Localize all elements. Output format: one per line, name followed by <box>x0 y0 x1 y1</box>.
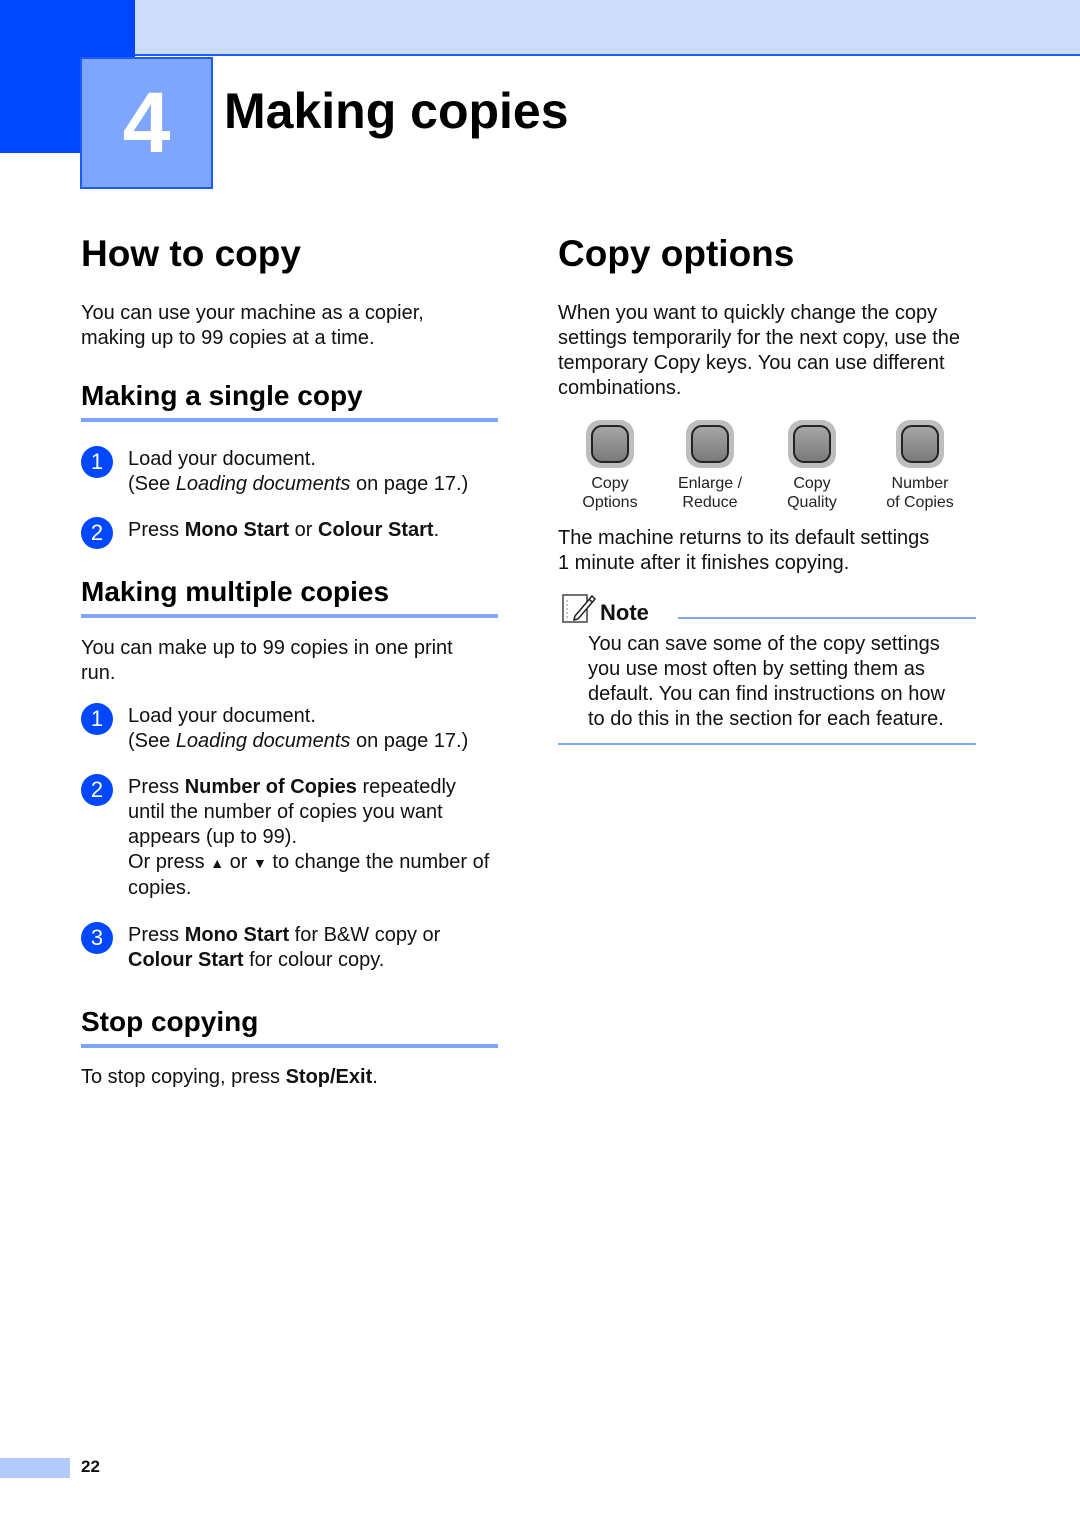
note-line-text: you use most often by setting them as <box>588 658 925 680</box>
text-line: The machine returns to its default setti… <box>558 527 930 549</box>
note-bottom-divider <box>558 743 976 745</box>
enlarge-reduce-key[interactable]: Enlarge / Reduce <box>660 420 760 512</box>
note-body: You can save some of the copy settings y… <box>588 632 945 732</box>
how-to-copy-intro: You can use your machine as a copier, ma… <box>81 301 424 351</box>
stop-copying-text: To stop copying, press Stop/Exit. <box>81 1066 378 1088</box>
step-line: Or press ▲ or ▼ to change the number of <box>128 851 490 873</box>
step-line: Press Mono Start for B&W copy or <box>128 924 441 946</box>
key-icon <box>788 420 836 468</box>
step-line: Load your document. <box>128 448 316 470</box>
copy-options-key[interactable]: Copy Options <box>560 420 660 512</box>
up-arrow-icon: ▲ <box>210 855 225 871</box>
step-line: (See Loading documents on page 17.) <box>128 730 469 752</box>
copy-quality-key[interactable]: Copy Quality <box>762 420 862 512</box>
key-icon <box>586 420 634 468</box>
step-line: (See Loading documents on page 17.) <box>128 473 469 495</box>
copy-options-after: The machine returns to its default setti… <box>558 526 929 576</box>
step-line: Colour Start for colour copy. <box>128 949 385 971</box>
step-text: Load your document. (See Loading documen… <box>128 447 508 497</box>
copy-keys-panel: Copy Options Enlarge / Reduce Copy Quality … <box>560 420 980 520</box>
intro-line: You can use your machine as a copier, <box>81 302 424 324</box>
step-line: Load your document. <box>128 705 316 727</box>
step-number-badge: 3 <box>81 922 113 954</box>
step-line: Press Number of Copies repeatedly <box>128 776 456 798</box>
single-copy-heading: Making a single copy <box>81 380 498 422</box>
step-text: Press Mono Start for B&W copy or Colour … <box>128 923 508 973</box>
step-text: Load your document. (See Loading documen… <box>128 704 508 754</box>
down-arrow-icon: ▼ <box>253 855 267 871</box>
note-title: Note <box>600 600 649 625</box>
intro-line: run. <box>81 662 116 684</box>
chapter-number: 4 <box>80 57 213 189</box>
copy-options-intro: When you want to quickly change the copy… <box>558 301 960 401</box>
chapter-title: Making copies <box>224 83 569 139</box>
step-line: until the number of copies you want <box>128 801 443 823</box>
step-line: appears (up to 99). <box>128 826 297 848</box>
intro-line: combinations. <box>558 377 682 399</box>
footer-bar <box>0 1458 70 1478</box>
note-pencil-icon <box>562 594 597 623</box>
how-to-copy-heading: How to copy <box>81 233 301 274</box>
note-divider <box>678 617 976 619</box>
step-line: copies. <box>128 877 192 899</box>
number-of-copies-key[interactable]: Number of Copies <box>870 420 970 512</box>
key-label: Number of Copies <box>886 475 954 511</box>
copy-options-heading: Copy options <box>558 233 795 274</box>
step-number-badge: 1 <box>81 446 113 478</box>
intro-line: When you want to quickly change the copy <box>558 302 938 324</box>
step-number-badge: 2 <box>81 517 113 549</box>
note-line-text: to do this in the section for each featu… <box>588 708 944 730</box>
intro-line: temporary Copy keys. You can use differe… <box>558 352 945 374</box>
text-line: 1 minute after it finishes copying. <box>558 552 850 574</box>
step-text: Press Number of Copies repeatedly until … <box>128 775 508 901</box>
key-label: Enlarge / Reduce <box>677 475 743 511</box>
step-number-badge: 1 <box>81 703 113 735</box>
intro-line: You can make up to 99 copies in one prin… <box>81 637 453 659</box>
step-number-badge: 2 <box>81 774 113 806</box>
page-number: 22 <box>81 1457 100 1476</box>
step-text: Press Mono Start or Colour Start. <box>128 519 440 541</box>
note-line-text: default. You can find instructions on ho… <box>588 683 945 705</box>
intro-line: making up to 99 copies at a time. <box>81 327 375 349</box>
multiple-copies-heading: Making multiple copies <box>81 576 498 618</box>
note-line-text: You can save some of the copy settings <box>588 633 940 655</box>
key-icon <box>896 420 944 468</box>
link-ref: Loading documents <box>175 473 351 495</box>
multiple-copies-intro: You can make up to 99 copies in one prin… <box>81 636 453 686</box>
intro-line: settings temporarily for the next copy, … <box>558 327 961 349</box>
key-label: Copy Quality <box>787 475 837 511</box>
header-light-band <box>135 0 1080 56</box>
stop-copying-heading: Stop copying <box>81 1006 498 1048</box>
key-icon <box>686 420 734 468</box>
key-label: Copy Options <box>582 475 638 511</box>
